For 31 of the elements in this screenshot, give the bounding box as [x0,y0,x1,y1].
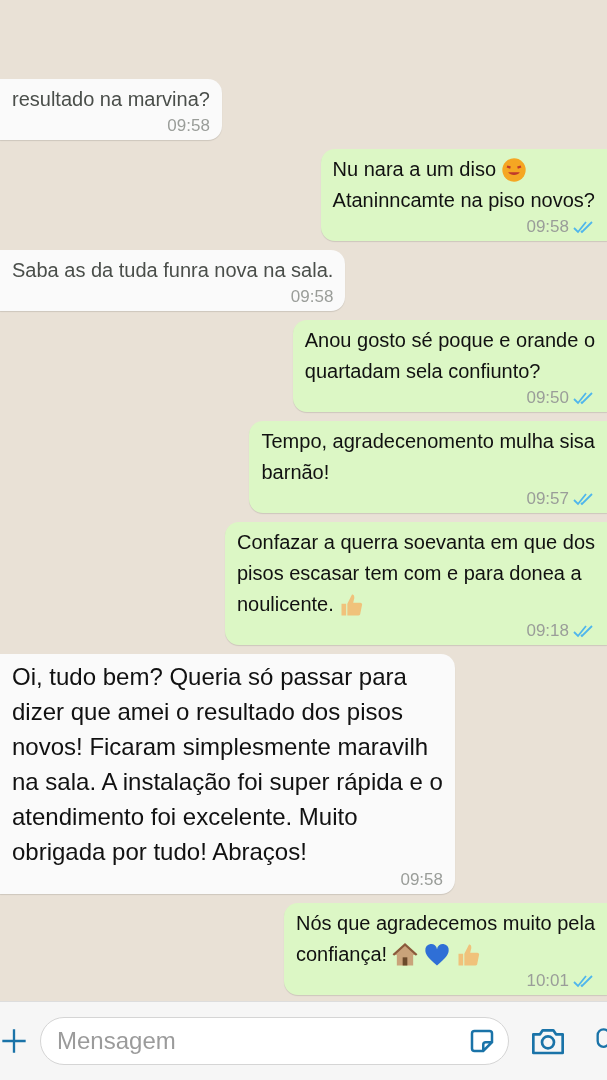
message-text: pisos escasar tem com e para donea a [237,561,582,586]
message-text: barnão! [261,460,330,485]
house-emoji-icon [391,940,420,969]
message-text: quartadam sela confiunto? [304,359,541,384]
message-text: Confazar a querra soevanta em que dos [237,530,595,555]
message-time: 09:18 [526,620,569,642]
message-time: 09:58 [167,115,210,137]
message-text: noulicente. [237,592,334,617]
plus-icon[interactable] [0,1027,28,1055]
message-time: 09:58 [290,286,334,308]
message-text: resultado na marvina? [12,87,210,112]
smiley-emoji-icon [500,155,528,184]
message-text: Tempo, agradecenomento mulha sisa [261,429,595,454]
message-text: Nu nara a um diso [332,157,496,182]
message-time: 09:58 [400,869,443,891]
message-time: 09:50 [526,387,569,409]
message-time: 09:58 [526,216,569,238]
message-text: obrigada por tudo! Abraços! [12,837,307,867]
message-text: Saba as da tuda funra nova na sala. [12,258,334,283]
message-text: Oi, tudo bem? Queria só passar para [12,662,407,692]
message-text: dizer que amei o resultado dos pisos [12,697,403,727]
message-text: Ataninncamte na piso novos? [332,188,595,213]
message-text: Anou gosto sé poque e orande o [304,328,595,353]
message-text: Nós que agradecemos muito pela [295,911,595,936]
message-text: atendimento foi excelente. Muito [12,802,358,832]
message-time: 10:01 [526,970,569,992]
message-input-field[interactable]: Mensagem [40,1017,509,1065]
message-text: na sala. A instalação foi super rápida e o [12,767,443,797]
message-text: confiança! [295,942,388,967]
message-text: novos! Ficaram simplesmente maravilh [12,732,429,762]
message-time: 09:57 [526,488,569,510]
